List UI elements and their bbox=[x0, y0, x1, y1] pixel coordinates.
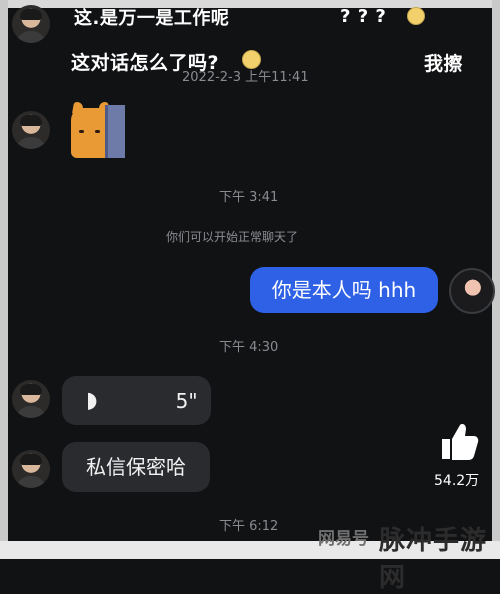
date-time-stamp: 2022-2-3 上午11:41 bbox=[182, 70, 309, 85]
sticker-eye bbox=[79, 130, 84, 133]
overlay-question-marks: ? ? ? bbox=[340, 6, 387, 27]
received-message-bubble[interactable]: 私信保密哈 bbox=[62, 442, 210, 492]
avatar[interactable] bbox=[449, 268, 495, 314]
right-border bbox=[492, 0, 500, 559]
system-message: 你们可以开始正常聊天了 bbox=[166, 230, 299, 244]
sound-wave-icon: ◗ bbox=[86, 387, 98, 413]
voice-duration: 5" bbox=[175, 388, 198, 413]
avatar[interactable] bbox=[12, 111, 50, 149]
message-time: 下午 6:12 bbox=[219, 519, 279, 534]
avatar-shirt bbox=[16, 406, 46, 418]
avatar-hair bbox=[20, 9, 42, 20]
sticker-eye bbox=[95, 130, 100, 133]
emoji-face-icon bbox=[407, 7, 425, 25]
like-count: 54.2万 bbox=[434, 473, 480, 489]
avatar-shirt bbox=[16, 476, 46, 488]
avatar-hair bbox=[20, 454, 42, 465]
voice-message-bubble[interactable]: ◗ 5" bbox=[62, 376, 211, 425]
avatar-hair bbox=[20, 115, 42, 126]
message-time: 下午 3:41 bbox=[219, 190, 279, 205]
watermark-logo: 网易号 bbox=[318, 529, 369, 549]
left-border bbox=[0, 0, 8, 559]
avatar-shirt bbox=[16, 31, 46, 43]
avatar[interactable] bbox=[12, 380, 50, 418]
sticker-door bbox=[105, 105, 125, 158]
cat-peeking-sticker[interactable] bbox=[69, 102, 125, 158]
avatar-shirt bbox=[16, 137, 46, 149]
message-time: 下午 4:30 bbox=[219, 340, 279, 355]
thumbs-up-icon[interactable] bbox=[438, 421, 480, 461]
watermark-text: 脉冲手游网 bbox=[379, 526, 488, 593]
overlay-caption-right: 我擦 bbox=[424, 53, 464, 75]
avatar[interactable] bbox=[12, 450, 50, 488]
sent-message-bubble[interactable]: 你是本人吗 hhh bbox=[250, 267, 438, 313]
avatar-hair bbox=[20, 384, 42, 395]
avatar[interactable] bbox=[12, 5, 50, 43]
overlay-caption-line1: 这.是万一是工作呢 bbox=[74, 8, 230, 29]
message-text: 你是本人吗 hhh bbox=[271, 278, 417, 302]
message-text: 私信保密哈 bbox=[86, 455, 186, 479]
